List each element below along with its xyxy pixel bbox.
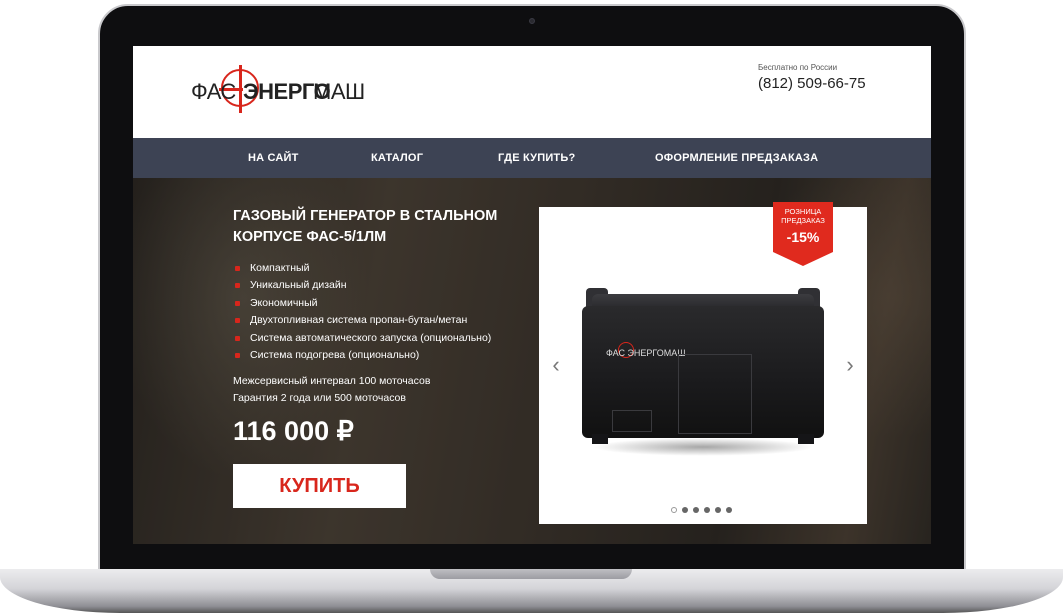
product-title: ГАЗОВЫЙ ГЕНЕРАТОР В СТАЛЬНОМ КОРПУСЕ ФАС… (233, 208, 498, 245)
bullet-icon (235, 266, 240, 271)
carousel-dot[interactable] (671, 507, 677, 513)
logo[interactable]: ФАС ЭНЕРГО МАШ (191, 65, 381, 113)
bullet-icon (235, 283, 240, 289)
chevron-right-icon[interactable]: › (843, 354, 857, 376)
feature-item: Система автоматического запуска (опциона… (233, 330, 491, 347)
badge-line1: РОЗНИЦА (784, 207, 822, 216)
product-price: 116 000 ₽ (233, 416, 354, 446)
bullet-icon (235, 318, 240, 324)
logo-text-part1: ФАС (191, 79, 236, 104)
phone-link[interactable]: (812) 509-66-75 (758, 75, 868, 92)
badge-tip (773, 252, 833, 266)
nav-item-preorder[interactable]: ОФОРМЛЕНИЕ ПРЕДЗАКАЗА (655, 138, 818, 178)
chevron-left-icon[interactable]: ‹ (549, 354, 563, 376)
generator-logo-text: ФАС ЭНЕРГОМАШ (606, 348, 686, 358)
laptop-notch (430, 569, 632, 579)
service-interval: Межсервисный интервал 100 моточасов (233, 375, 431, 387)
contact-note: Бесплатно по России (758, 63, 838, 72)
screen: ФАС ЭНЕРГО МАШ Бесплатно по России (812)… (133, 46, 931, 544)
nav-item-site[interactable]: НА САЙТ (248, 138, 299, 178)
generator-foot (798, 434, 814, 444)
buy-button[interactable]: КУПИТЬ (233, 464, 406, 508)
nav-item-catalog[interactable]: КАТАЛОГ (371, 138, 423, 178)
generator-shadow (592, 438, 814, 456)
feature-item: Двухтопливная система пропан-бутан/метан (233, 312, 491, 329)
carousel-dot[interactable] (715, 507, 721, 513)
bullet-icon (235, 352, 240, 358)
feature-item: Уникальный дизайн (233, 277, 491, 294)
badge-line2: ПРЕДЗАКАЗ (781, 216, 825, 225)
carousel-dot[interactable] (682, 507, 688, 513)
feature-item: Экономичный (233, 295, 491, 312)
carousel-dot[interactable] (693, 507, 699, 513)
generator-vent (612, 410, 652, 432)
hero: ГАЗОВЫЙ ГЕНЕРАТОР В СТАЛЬНОМ КОРПУСЕ ФАС… (133, 178, 931, 544)
generator-body: ФАС ЭНЕРГОМАШ (582, 306, 824, 438)
feature-item: Система подогрева (опционально) (233, 347, 491, 364)
camera-icon (529, 18, 535, 24)
contact-block: Бесплатно по России (812) 509-66-75 (758, 63, 868, 92)
feature-list: Компактный Уникальный дизайн Экономичный… (233, 260, 491, 364)
site-header: ФАС ЭНЕРГО МАШ Бесплатно по России (812)… (133, 46, 931, 138)
product-carousel: РОЗНИЦА ПРЕДЗАКАЗ -15% ‹ › ФАС ЭНЕРГОМАШ (539, 202, 867, 524)
nav-item-where-to-buy[interactable]: ГДЕ КУПИТЬ? (498, 138, 575, 178)
logo-text-part3: МАШ (313, 79, 365, 104)
main-nav: НА САЙТ КАТАЛОГ ГДЕ КУПИТЬ? ОФОРМЛЕНИЕ П… (133, 138, 931, 178)
generator-image: ФАС ЭНЕРГОМАШ (582, 288, 824, 456)
feature-item: Компактный (233, 260, 491, 277)
generator-foot (592, 434, 608, 444)
bullet-icon (235, 335, 240, 341)
badge-discount: -15% (786, 229, 820, 245)
carousel-dot[interactable] (726, 507, 732, 513)
discount-badge: РОЗНИЦА ПРЕДЗАКАЗ -15% (773, 202, 833, 266)
bullet-icon (235, 300, 240, 306)
warranty: Гарантия 2 года или 500 моточасов (233, 392, 406, 404)
carousel-dot[interactable] (704, 507, 710, 513)
generator-panel (678, 354, 752, 434)
